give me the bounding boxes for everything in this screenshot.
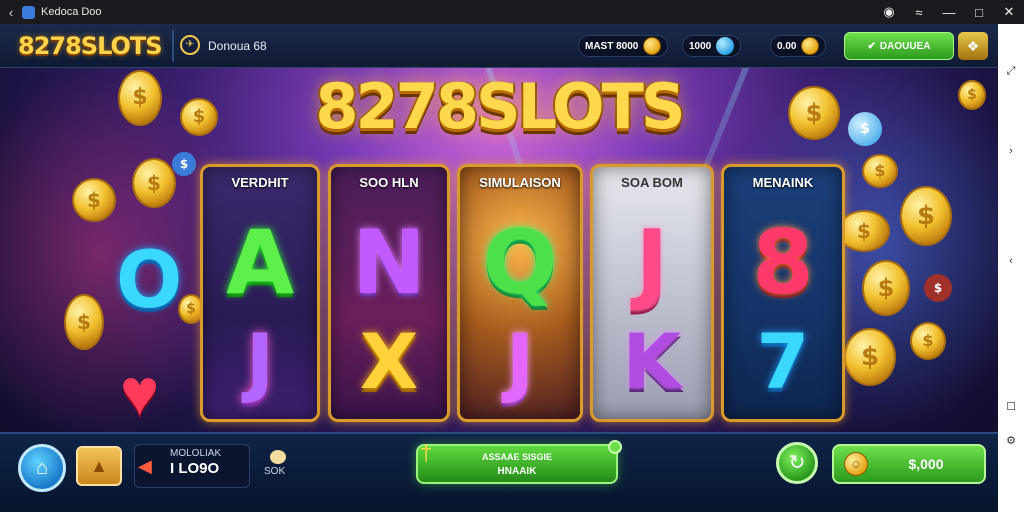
app-icon — [22, 5, 35, 19]
home-button[interactable]: ⌂ — [18, 444, 66, 492]
floating-coin: $ — [72, 178, 116, 222]
reel-4-symbol-bottom: K — [622, 317, 682, 406]
reel-2-symbol-bottom: X — [359, 317, 419, 406]
chip-label: SOK — [264, 466, 286, 477]
floating-chip: $ — [848, 112, 882, 146]
chevron-left-icon[interactable]: ‹ — [1004, 254, 1018, 268]
bottom-hud: ⌂ ▲ ◀ MOLOLIAK I LO9O SOK ASSAAE SISGIE … — [0, 432, 998, 512]
floating-coin: $ — [862, 260, 910, 316]
window-title: Kedoca Doo — [41, 6, 102, 18]
floating-coin: $ — [64, 294, 104, 350]
floating-coin: $ — [900, 186, 952, 246]
minimize-icon[interactable]: — — [934, 0, 964, 24]
coin-icon — [643, 37, 662, 55]
top-hud: 8278SLOTS ✈ Donoua 68 MAST 8000 1000 0.0… — [0, 24, 998, 68]
currency-pill-2-text: 1000 — [689, 40, 712, 52]
game-area: 8278SLOTS ✈ Donoua 68 MAST 8000 1000 0.0… — [0, 24, 998, 512]
reel-1[interactable]: VERDHIT A J — [200, 164, 320, 422]
balance-value: I LO9O — [170, 460, 220, 477]
github-icon[interactable]: ◉ — [874, 0, 904, 24]
reel-2-label: SOO HLN — [359, 175, 419, 190]
reel-3[interactable]: SIMULAISON Q J — [457, 164, 583, 422]
location-icon[interactable]: ✈ — [180, 35, 200, 55]
hud-divider — [172, 30, 174, 62]
currency-pill-3[interactable]: 0.00 — [770, 35, 827, 57]
reel-5-symbol-bottom: 7 — [756, 317, 810, 406]
floating-coin: $ — [132, 158, 176, 208]
reel-1-label: VERDHIT — [231, 175, 289, 190]
wifi-icon[interactable]: ≈ — [904, 0, 934, 24]
currency-pill-1-text: MAST 8000 — [585, 40, 639, 52]
floating-coin: $ — [910, 322, 946, 360]
chip-icon — [270, 450, 286, 464]
gift-icon[interactable]: ❖ — [958, 32, 988, 60]
spin-button-line2: HNAAIK — [497, 466, 537, 477]
buy-coins-amount: $,000 — [908, 456, 944, 472]
refresh-icon: ↻ — [788, 452, 806, 474]
currency-pill-2[interactable]: 1000 — [682, 35, 742, 57]
file-icon[interactable]: ☐ — [1004, 400, 1018, 414]
reel-2[interactable]: SOO HLN N X — [328, 164, 450, 422]
expand-icon[interactable]: ⤢ — [1004, 64, 1018, 78]
floating-symbol-o: O — [116, 236, 183, 326]
floating-chip: $ — [924, 274, 952, 302]
floating-coin: $ — [788, 86, 840, 140]
balance-label: MOLOLIAK — [170, 448, 222, 459]
chevron-right-icon[interactable]: › — [1004, 144, 1018, 158]
reel-5-label: MENAINK — [752, 175, 814, 190]
reel-4[interactable]: SOA BOM J K — [590, 164, 714, 422]
shop-button[interactable]: ▲ — [76, 446, 122, 486]
check-icon: ✔ — [867, 40, 876, 52]
refresh-button[interactable]: ↻ — [776, 442, 818, 484]
spin-indicator-dot — [608, 440, 622, 454]
reel-4-label: SOA BOM — [621, 175, 683, 190]
reel-3-symbol-bottom: J — [505, 317, 535, 406]
currency-pill-3-text: 0.00 — [777, 40, 797, 52]
reel-1-symbol-bottom: J — [245, 317, 275, 406]
coin-icon — [801, 37, 820, 55]
floating-coin: $ — [958, 80, 986, 110]
floating-coin: $ — [862, 154, 898, 188]
floating-chip: $ — [172, 152, 196, 176]
reel-3-symbol-top: Q — [482, 211, 558, 314]
back-arrow-icon[interactable]: ‹ — [0, 5, 22, 20]
system-side-strip: ⤢ › ‹ ☐ ⚙ — [998, 24, 1024, 512]
home-icon: ⌂ — [35, 457, 49, 479]
reel-2-symbol-top: N — [352, 211, 426, 314]
spin-button[interactable]: ASSAAE SISGIE HNAAIK — [416, 444, 618, 484]
floating-coin: $ — [180, 98, 218, 136]
spin-button-line1: ASSAAE SISGIE — [481, 452, 553, 462]
speaker-icon[interactable]: ◀ — [138, 456, 160, 478]
hud-logo: 8278SLOTS — [18, 32, 163, 60]
reel-5[interactable]: MENAINK 8 7 — [721, 164, 845, 422]
reel-3-label: SIMULAISON — [479, 175, 561, 190]
maximize-icon[interactable]: □ — [964, 0, 994, 24]
reel-1-symbol-top: A — [225, 211, 295, 314]
floating-coin: $ — [118, 70, 162, 126]
buy-coins-button[interactable]: ☺ $,000 — [832, 444, 986, 484]
currency-pill-1[interactable]: MAST 8000 — [578, 35, 669, 57]
heart-icon: ♥ — [120, 355, 160, 429]
close-icon[interactable]: ✕ — [994, 0, 1024, 24]
gem-icon — [716, 37, 735, 55]
hud-green-button-label: DAOUUEA — [879, 40, 931, 52]
settings-icon[interactable]: ⚙ — [1004, 434, 1018, 448]
window-titlebar: ‹ Kedoca Doo ◉ ≈ — □ ✕ — [0, 0, 1024, 24]
hud-green-button[interactable]: ✔ DAOUUEA — [844, 32, 954, 60]
shop-icon: ▲ — [90, 456, 108, 476]
smiley-coin-icon: ☺ — [844, 452, 868, 476]
torch-icon: † — [420, 440, 433, 465]
location-label: Donoua 68 — [208, 39, 267, 53]
reel-5-symbol-top: 8 — [752, 211, 814, 314]
floating-coin: $ — [844, 328, 896, 386]
reel-4-symbol-top: J — [635, 211, 669, 314]
floating-coin: $ — [838, 210, 890, 252]
